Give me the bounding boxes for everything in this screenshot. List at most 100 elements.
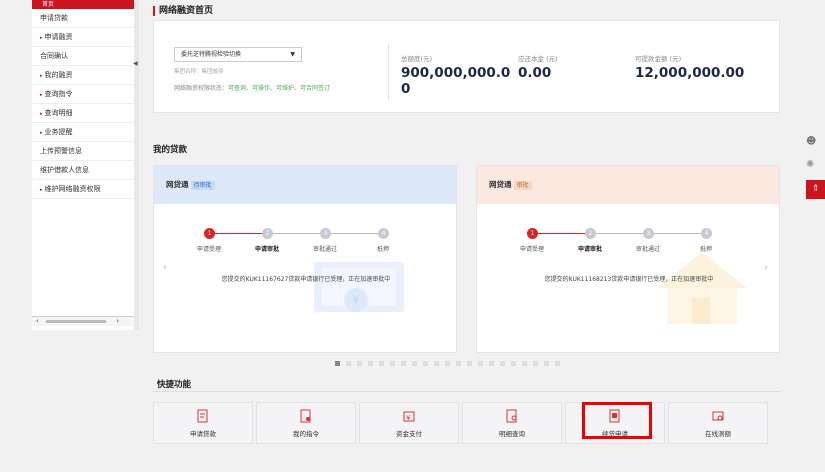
- quick-detail-query-button[interactable]: 明细查询: [462, 402, 562, 444]
- step-dot-3: 3: [320, 228, 331, 239]
- caret-right-icon: ▸: [40, 187, 43, 193]
- quick-button-label: 申请贷款: [190, 430, 216, 438]
- quick-button-label: 我的指令: [293, 430, 319, 438]
- carousel-dot[interactable]: [346, 361, 351, 366]
- loan-product-name: 网贷通: [166, 180, 189, 189]
- step-label: 申请审批: [254, 246, 279, 253]
- page-title-text: 网络融资首页: [159, 6, 214, 16]
- sidebar-collapse-handle[interactable]: [134, 0, 139, 330]
- robot-icon[interactable]: ☻: [806, 136, 816, 147]
- carousel-dot[interactable]: [434, 361, 439, 366]
- carousel-dot[interactable]: [500, 361, 505, 366]
- chevron-left-icon[interactable]: ‹: [36, 317, 39, 325]
- quick-functions-title: 快捷功能: [157, 380, 192, 390]
- loan-card[interactable]: 网贷通 待审批 ¥ 1 2 3 4 申请受理 申请审批 审批通过 抵押 您提交的K…: [153, 165, 457, 353]
- carousel-dot[interactable]: [335, 361, 340, 366]
- sidebar-item-financing-permission[interactable]: ▸ 维护网络融资权限: [32, 180, 135, 199]
- company-select[interactable]: 委托芝特腾视检验切换 ▼: [174, 47, 302, 62]
- quick-my-instructions-button[interactable]: 我的指令: [256, 402, 356, 444]
- payment-icon: ¥: [403, 411, 415, 422]
- carousel-prev-icon[interactable]: ‹: [163, 262, 167, 273]
- sidebar-item-label: 业务提醒: [44, 128, 73, 136]
- step-label: 审批通过: [312, 246, 337, 253]
- carousel-dot[interactable]: [467, 361, 472, 366]
- carousel-next-icon[interactable]: ›: [764, 262, 768, 273]
- sidebar-item-apply-loan[interactable]: 申请贷款: [32, 9, 135, 28]
- financing-summary-card: 委托芝特腾视检验切换 ▼ 集团名称：集团融资 网络融资权限状态：可查询、可操作、…: [153, 20, 780, 113]
- sidebar-item-upload-warning[interactable]: 上传预警信息: [32, 142, 135, 161]
- sidebar-item-label: 查询指令: [44, 90, 73, 98]
- scrollbar-thumb[interactable]: [46, 320, 106, 323]
- carousel-dot[interactable]: [555, 361, 560, 366]
- quick-fund-payment-button[interactable]: ¥ 资金支付: [359, 402, 459, 444]
- divider: [388, 43, 389, 101]
- sidebar-item-label: 我的融资: [44, 71, 73, 79]
- sidebar-item-label: 维护借款人信息: [40, 166, 89, 174]
- loan-product-name: 网贷通: [489, 180, 512, 189]
- chevron-right-icon[interactable]: ›: [116, 317, 119, 325]
- sidebar-item-label: 查询明细: [44, 109, 73, 117]
- step-label: 抵押: [699, 246, 712, 253]
- carousel-dot[interactable]: [522, 361, 527, 366]
- caret-right-icon: ▸: [40, 35, 43, 41]
- withdrawable-label: 可提款金额 (元): [635, 55, 682, 63]
- sidebar-item-business-reminder[interactable]: ▸ 业务提醒: [32, 123, 135, 142]
- sidebar-item-label: 合同确认: [40, 52, 68, 60]
- quick-online-estimate-button[interactable]: 在线测额: [668, 402, 768, 444]
- carousel-dot[interactable]: [368, 361, 373, 366]
- carousel-dot[interactable]: [423, 361, 428, 366]
- quick-button-label: 在线测额: [705, 430, 731, 438]
- sidebar-item-contract-confirm[interactable]: 合同确认: [32, 47, 135, 66]
- svg-text:¥: ¥: [406, 414, 411, 422]
- carousel-dot[interactable]: [511, 361, 516, 366]
- back-to-top-icon[interactable]: ⇑: [806, 180, 825, 199]
- status-badge: 待审批: [190, 181, 215, 190]
- sidebar-item-label: 维护网络融资权限: [44, 185, 101, 193]
- sidebar-item-home[interactable]: 首页: [32, 0, 135, 9]
- computer-illustration-icon: ¥: [314, 262, 404, 312]
- step-label: 申请审批: [577, 246, 602, 253]
- sidebar-item-query-details[interactable]: ▸ 查询明细: [32, 104, 135, 123]
- carousel-dot[interactable]: [412, 361, 417, 366]
- sidebar-item-borrower-info[interactable]: 维护借款人信息: [32, 161, 135, 180]
- carousel-pagination: [335, 360, 566, 368]
- step-dot-2: 2: [262, 228, 273, 239]
- loans-section-title: 我的贷款: [153, 145, 188, 155]
- quick-apply-loan-button[interactable]: 申请贷款: [153, 402, 253, 444]
- group-name-text: 集团名称：集团融资: [174, 69, 224, 75]
- progress-steps: 1 2 3 4 申请受理 申请审批 审批通过 抵押: [477, 226, 781, 256]
- principal-due-label: 应还本金 (元): [518, 55, 558, 63]
- carousel-dot[interactable]: [533, 361, 538, 366]
- sidebar-horizontal-scrollbar[interactable]: ‹ ›: [32, 316, 135, 326]
- carousel-dot[interactable]: [489, 361, 494, 366]
- divider: [153, 391, 780, 392]
- loan-card[interactable]: 网贷通 审批 1 2 3 4 申请受理 申请审批 审批通过 抵押 您提交的KUK1…: [476, 165, 780, 353]
- sidebar-item-apply-financing[interactable]: ▸ 申请融资: [32, 28, 135, 47]
- sidebar-item-query-instructions[interactable]: ▸ 查询指令: [32, 85, 135, 104]
- carousel-dot[interactable]: [445, 361, 450, 366]
- sidebar-item-label: 上传预警信息: [40, 147, 82, 155]
- carousel-dot[interactable]: [456, 361, 461, 366]
- carousel-dot[interactable]: [401, 361, 406, 366]
- step-label: 抵押: [376, 246, 389, 253]
- permission-status: 网络融资权限状态：可查询、可操作、可维护、可合同签订: [174, 83, 330, 92]
- sidebar: 首页 申请贷款 ▸ 申请融资 合同确认 ▸ 我的融资 ▸ 查询指令 ▸ 查询明细 ▸ 业务…: [32, 0, 135, 330]
- carousel-dot[interactable]: [390, 361, 395, 366]
- total-credit-value: 900,000,000.0 0: [401, 65, 510, 97]
- carousel-dot[interactable]: [357, 361, 362, 366]
- caret-right-icon: ▸: [40, 111, 43, 117]
- collapse-arrow-icon[interactable]: ◀: [133, 60, 138, 67]
- withdrawable-value: 12,000,000.00: [635, 65, 745, 81]
- calculator-icon: [712, 411, 724, 421]
- caret-right-icon: ▸: [40, 130, 43, 136]
- step-dot-1: 1: [527, 228, 538, 239]
- step-connector: [532, 233, 590, 234]
- total-credit-label: 总额度(元): [401, 55, 433, 63]
- carousel-dot[interactable]: [544, 361, 549, 366]
- carousel-dot[interactable]: [379, 361, 384, 366]
- lightbulb-icon[interactable]: ✺: [806, 159, 814, 170]
- carousel-dot[interactable]: [478, 361, 483, 366]
- sidebar-item-my-financing[interactable]: ▸ 我的融资: [32, 66, 135, 85]
- step-dot-4: 4: [378, 228, 389, 239]
- loan-card-header: 网贷通 审批: [477, 166, 779, 204]
